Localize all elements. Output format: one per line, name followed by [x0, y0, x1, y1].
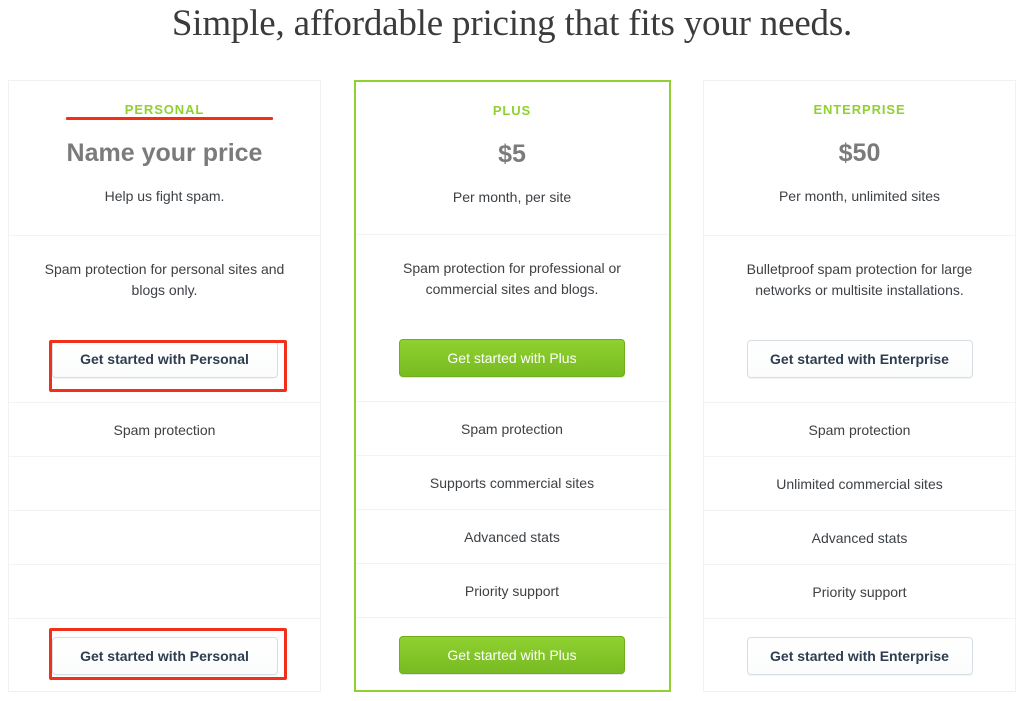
plan-footer-enterprise: Get started with Enterprise: [704, 620, 1015, 691]
feature-row: [9, 457, 320, 511]
plan-cta-wrap-plus: Get started with Plus: [356, 339, 669, 377]
plan-price-enterprise: $50: [838, 139, 881, 167]
plan-footer-plus: Get started with Plus: [356, 619, 669, 690]
plan-cta-wrap-enterprise: Get started with Enterprise: [704, 340, 1015, 378]
plan-card-enterprise: ENTERPRISE $50 Per month, unlimited site…: [703, 80, 1016, 692]
get-started-plus-button-top[interactable]: Get started with Plus: [399, 339, 625, 377]
feature-row: Spam protection: [704, 403, 1015, 457]
plan-description-plus: Spam protection for professional or comm…: [403, 260, 621, 297]
get-started-plus-button-bottom[interactable]: Get started with Plus: [399, 635, 625, 674]
get-started-personal-button-bottom[interactable]: Get started with Personal: [51, 636, 278, 675]
feature-row: [9, 511, 320, 565]
feature-row: Spam protection: [9, 403, 320, 457]
plan-price-personal: Name your price: [66, 139, 263, 167]
feature-list-personal: Spam protection: [9, 403, 320, 620]
plan-footer-personal: Get started with Personal: [9, 620, 320, 691]
plan-period-personal: Help us fight spam.: [104, 188, 225, 204]
plan-description-block-enterprise: Bulletproof spam protection for large ne…: [704, 236, 1015, 403]
plan-cta-wrap-personal: Get started with Personal: [9, 340, 320, 378]
plan-period-enterprise: Per month, unlimited sites: [778, 188, 941, 204]
feature-row: Advanced stats: [704, 511, 1015, 565]
plan-card-plus: PLUS $5 Per month, per site Spam protect…: [353, 80, 671, 692]
feature-list-plus: Spam protection Supports commercial site…: [355, 402, 669, 619]
plan-header-enterprise: ENTERPRISE $50 Per month, unlimited site…: [704, 81, 1015, 236]
plan-name-personal: PERSONAL: [124, 102, 205, 117]
pricing-plan-grid: PERSONAL Name your price Help us fight s…: [8, 80, 1016, 692]
feature-row: Advanced stats: [355, 510, 669, 564]
feature-row: Spam protection: [355, 402, 669, 456]
feature-list-enterprise: Spam protection Unlimited commercial sit…: [704, 403, 1015, 620]
plan-description-personal: Spam protection for personal sites and b…: [44, 261, 285, 298]
plan-period-plus: Per month, per site: [452, 189, 572, 205]
plan-name-plus: PLUS: [492, 103, 532, 118]
feature-row: [9, 565, 320, 619]
get-started-personal-button-top[interactable]: Get started with Personal: [51, 340, 278, 378]
feature-row: Unlimited commercial sites: [704, 457, 1015, 511]
plan-name-enterprise: ENTERPRISE: [813, 102, 906, 117]
page-title: Simple, affordable pricing that fits you…: [171, 3, 853, 44]
plan-header-personal: PERSONAL Name your price Help us fight s…: [9, 81, 320, 236]
feature-row: Priority support: [355, 564, 669, 618]
plan-card-personal: PERSONAL Name your price Help us fight s…: [8, 80, 321, 692]
get-started-enterprise-button-bottom[interactable]: Get started with Enterprise: [746, 636, 973, 675]
get-started-enterprise-button-top[interactable]: Get started with Enterprise: [746, 340, 973, 378]
plan-description-enterprise: Bulletproof spam protection for large ne…: [746, 261, 973, 298]
feature-row: Priority support: [704, 565, 1015, 619]
plan-description-block-personal: Spam protection for personal sites and b…: [9, 236, 320, 403]
plan-price-plus: $5: [498, 140, 526, 168]
feature-row: Supports commercial sites: [355, 456, 669, 510]
plan-header-plus: PLUS $5 Per month, per site: [355, 82, 669, 235]
plan-description-block-plus: Spam protection for professional or comm…: [355, 235, 669, 402]
